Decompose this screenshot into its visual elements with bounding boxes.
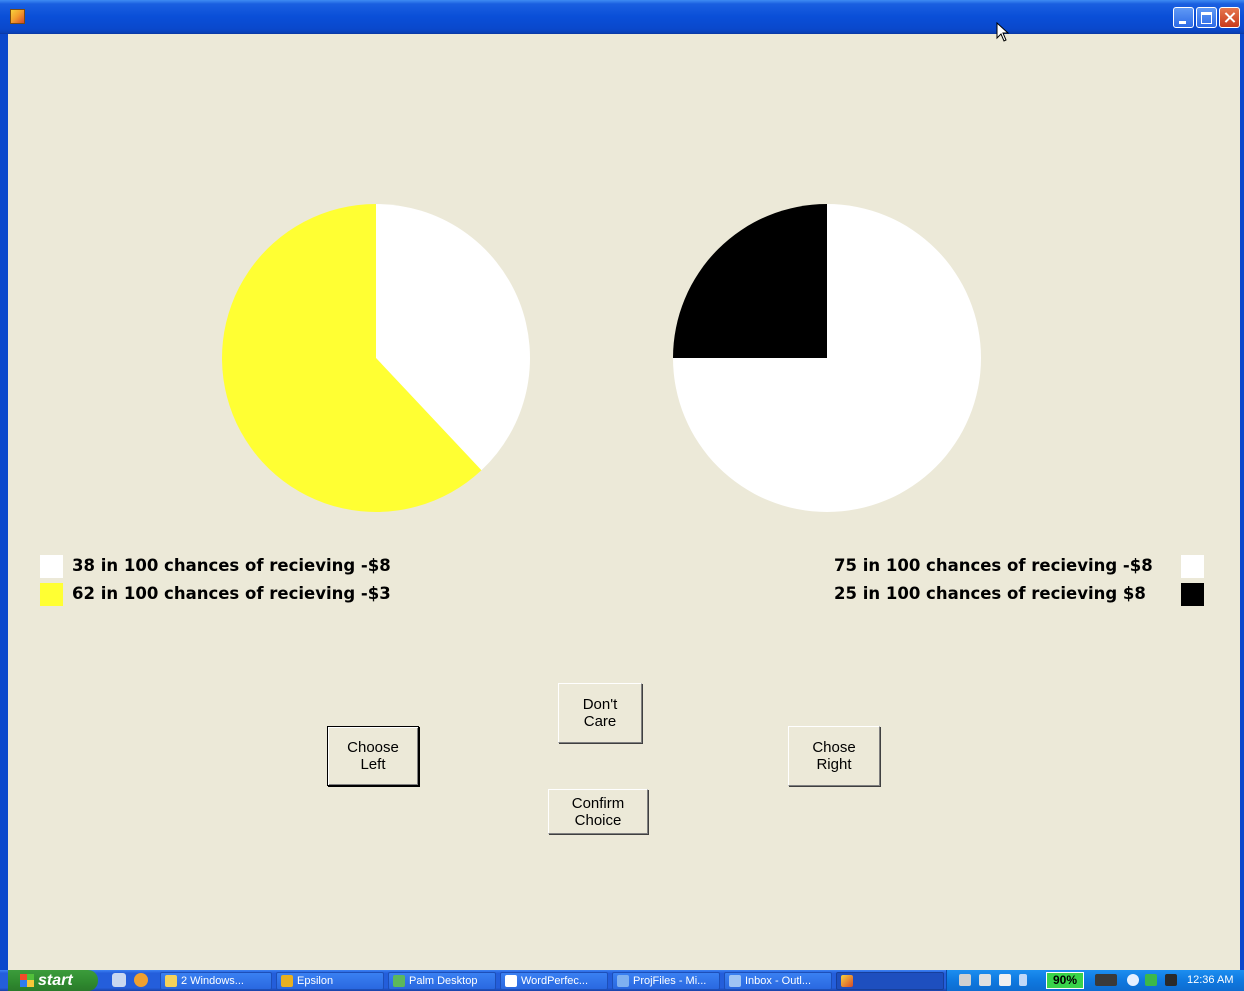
taskbar-item-label: ProjFiles - Mi... — [633, 975, 707, 987]
battery-indicator[interactable]: 90% — [1046, 972, 1084, 989]
button-label: Don't — [582, 696, 618, 713]
legend-label: 25 in 100 chances of recieving $8 — [834, 584, 1146, 603]
chose-right-button[interactable]: Chose Right — [788, 726, 880, 786]
taskbar-item[interactable]: Inbox - Outl... — [724, 972, 832, 990]
right-legend-item: 25 in 100 chances of recieving $8 — [834, 583, 1206, 607]
button-label: Choose — [347, 739, 399, 756]
right-legend-item: 75 in 100 chances of recieving -$8 — [834, 555, 1206, 579]
window-frame-right — [1240, 34, 1244, 970]
start-button[interactable]: start — [8, 970, 98, 991]
app-icon — [841, 975, 853, 987]
pen-icon[interactable] — [959, 974, 971, 986]
pie-slice — [673, 204, 827, 358]
legend-swatch — [1181, 555, 1204, 578]
minimize-button[interactable] — [1173, 7, 1194, 28]
network-icon[interactable] — [979, 974, 991, 986]
confirm-choice-button[interactable]: Confirm Choice — [548, 789, 648, 834]
window-frame-left — [0, 34, 8, 970]
clock: 12:36 AM — [1187, 974, 1234, 986]
maximize-button[interactable] — [1196, 7, 1217, 28]
security-icon[interactable] — [1145, 974, 1157, 986]
taskbar-item[interactable]: ProjFiles - Mi... — [612, 972, 720, 990]
legend-swatch — [40, 583, 63, 606]
button-label: Left — [360, 756, 386, 773]
power-plug-icon[interactable] — [1095, 974, 1117, 986]
taskbar: start 2 Windows... Epsilon Palm Desktop … — [0, 970, 1244, 991]
quick-launch-icon[interactable] — [112, 973, 126, 987]
taskbar-item[interactable]: WordPerfec... — [500, 972, 608, 990]
wordperfect-icon — [505, 975, 517, 987]
legend-label: 75 in 100 chances of recieving -$8 — [834, 556, 1153, 575]
choose-left-button[interactable]: Choose Left — [327, 726, 419, 786]
system-tray: 90% 12:36 AM — [946, 970, 1244, 991]
legend-swatch — [40, 555, 63, 578]
windows-logo-icon — [20, 974, 34, 987]
mouse-cursor-icon — [996, 22, 1010, 42]
button-label: Right — [816, 756, 852, 773]
app-icon — [281, 975, 293, 987]
taskbar-item-label: 2 Windows... — [181, 975, 244, 987]
legend-swatch — [1181, 583, 1204, 606]
left-legend-item: 38 in 100 chances of recieving -$8 — [40, 555, 440, 579]
outlook-icon — [729, 975, 741, 987]
taskbar-item[interactable] — [836, 972, 944, 990]
help-icon[interactable] — [999, 974, 1011, 986]
chevron-icon[interactable] — [1019, 974, 1027, 986]
start-label: start — [38, 972, 73, 989]
close-button[interactable] — [1219, 7, 1240, 28]
signal-strength-icon[interactable] — [1165, 974, 1177, 986]
palm-icon — [393, 975, 405, 987]
button-label: Chose — [812, 739, 856, 756]
taskbar-item-label: Epsilon — [297, 975, 334, 987]
taskbar-item-label: Inbox - Outl... — [745, 975, 812, 987]
left-legend-item: 62 in 100 chances of recieving -$3 — [40, 583, 440, 607]
taskbar-item-label: WordPerfec... — [521, 975, 589, 987]
taskbar-item[interactable]: 2 Windows... — [160, 972, 272, 990]
back-arrow-icon[interactable] — [1127, 974, 1139, 986]
title-bar[interactable] — [0, 0, 1244, 34]
explorer-icon — [617, 975, 629, 987]
taskbar-item[interactable]: Epsilon — [276, 972, 384, 990]
button-label: Choice — [574, 811, 622, 829]
legend-label: 38 in 100 chances of recieving -$8 — [72, 556, 391, 575]
browser-icon[interactable] — [134, 973, 148, 987]
taskbar-item[interactable]: Palm Desktop — [388, 972, 496, 990]
button-label: Care — [583, 713, 617, 730]
legend-label: 62 in 100 chances of recieving -$3 — [72, 584, 391, 603]
taskbar-item-label: Palm Desktop — [409, 975, 478, 987]
right-pie-chart — [673, 204, 981, 512]
button-label: Confirm — [571, 794, 625, 812]
app-icon[interactable] — [10, 9, 25, 24]
folder-icon — [165, 975, 177, 987]
dont-care-button[interactable]: Don't Care — [558, 683, 642, 743]
left-pie-chart — [222, 204, 530, 512]
